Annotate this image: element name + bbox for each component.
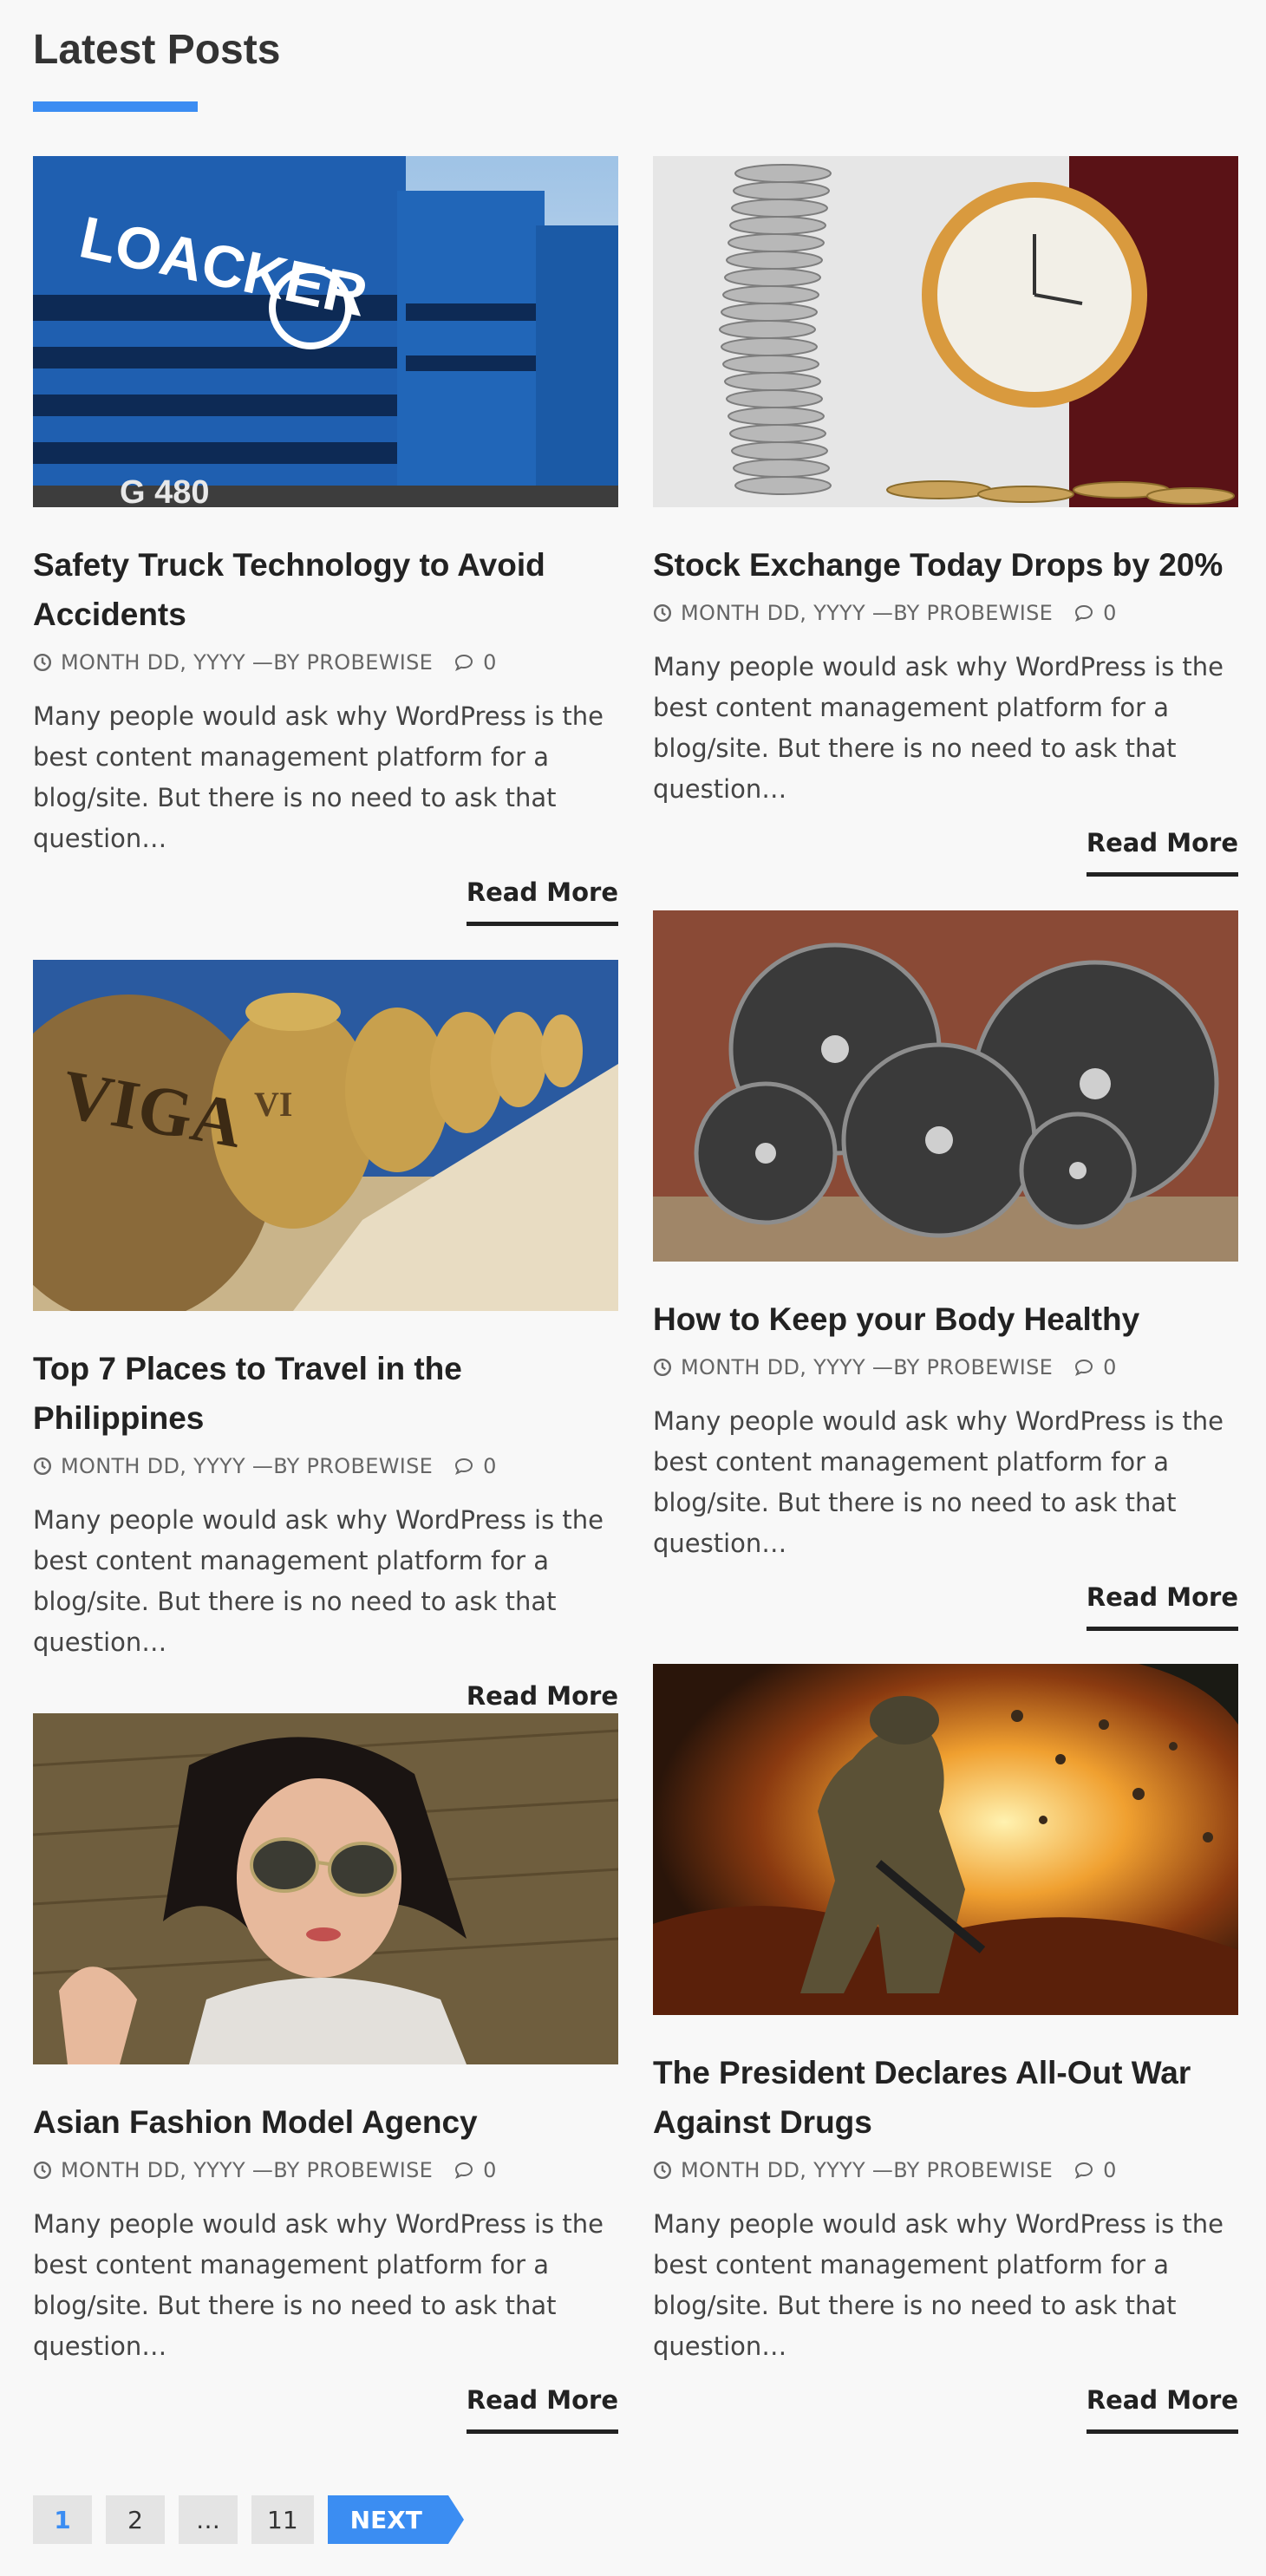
clock-icon [653,603,672,623]
post-excerpt: Many people would ask why WordPress is t… [33,2209,604,2361]
post-author[interactable]: —BY PROBEWISE [252,1451,433,1481]
post-meta: MONTH DD, YYYY —BY PROBEWISE 0 [33,1451,618,1481]
post-card: Stock Exchange Today Drops by 20% MONTH … [653,156,1238,877]
post-meta: MONTH DD, YYYY —BY PROBEWISE 0 [653,2155,1238,2185]
post-card: VIGA VI Top 7 Places to Travel in the Ph… [33,960,618,1730]
read-more-link[interactable]: Read More [466,2383,618,2434]
post-excerpt: Many people would ask why WordPress is t… [653,1406,1224,1558]
read-more-link[interactable]: Read More [1086,2383,1238,2434]
post-author[interactable]: —BY PROBEWISE [872,598,1053,628]
post-date: MONTH DD, YYYY [61,2158,245,2182]
post-author[interactable]: —BY PROBEWISE [252,2155,433,2185]
clock-icon [33,653,52,672]
post-date: MONTH DD, YYYY [681,2158,865,2182]
blue-trucks-photo: LOACKER G 480 [33,156,618,507]
post-title[interactable]: How to Keep your Body Healthy [653,1295,1238,1344]
post-title[interactable]: Safety Truck Technology to Avoid Acciden… [33,540,618,639]
post-date: MONTH DD, YYYY [61,650,245,675]
comment-icon [455,2162,473,2179]
post-thumbnail[interactable] [653,1664,1238,2015]
pagination: 1 2 … 11 NEXT [33,2495,465,2544]
post-meta: MONTH DD, YYYY —BY PROBEWISE 0 [33,2155,618,2185]
post-card: The President Declares All-Out War Again… [653,1664,1238,2434]
read-more-link[interactable]: Read More [1086,825,1238,877]
weight-plates-photo [653,910,1238,1262]
latest-posts-page: Latest Posts LOACKER G 480 Safety Truck … [0,0,1266,2576]
page-button-current[interactable]: 1 [33,2495,92,2544]
post-meta: MONTH DD, YYYY —BY PROBEWISE 0 [653,1353,1238,1382]
post-thumbnail[interactable] [33,1713,618,2064]
page-ellipsis: … [179,2495,238,2544]
post-thumbnail[interactable]: LOACKER G 480 [33,156,618,507]
woman-sunglasses-photo [33,1713,618,2064]
section-title-underline [33,101,198,112]
comment-count[interactable]: 0 [483,2155,497,2185]
section-title: Latest Posts [33,27,281,73]
post-card: Asian Fashion Model Agency MONTH DD, YYY… [33,1713,618,2434]
comment-icon [455,654,473,671]
page-button[interactable]: 2 [106,2495,165,2544]
post-card: How to Keep your Body Healthy MONTH DD, … [653,910,1238,1631]
comment-count[interactable]: 0 [1103,1353,1117,1382]
comment-icon [455,1458,473,1475]
post-author[interactable]: —BY PROBEWISE [872,2155,1053,2185]
coins-and-clock-photo [653,156,1238,507]
comment-icon [1075,2162,1093,2179]
post-title[interactable]: Asian Fashion Model Agency [33,2097,618,2147]
post-title[interactable]: The President Declares All-Out War Again… [653,2048,1238,2147]
post-title[interactable]: Top 7 Places to Travel in the Philippine… [33,1344,618,1443]
post-date: MONTH DD, YYYY [681,601,865,625]
page-button-last[interactable]: 11 [251,2495,314,2544]
comment-count[interactable]: 0 [1103,2155,1117,2185]
post-excerpt: Many people would ask why WordPress is t… [33,1505,604,1657]
comment-count[interactable]: 0 [483,1451,497,1481]
comment-icon [1075,1359,1093,1376]
posts-grid: LOACKER G 480 Safety Truck Technology to… [33,156,1238,2434]
clock-icon [653,1358,672,1377]
post-card: LOACKER G 480 Safety Truck Technology to… [33,156,618,926]
post-date: MONTH DD, YYYY [681,1355,865,1379]
post-meta: MONTH DD, YYYY —BY PROBEWISE 0 [33,648,618,677]
comment-icon [1075,604,1093,622]
comment-count[interactable]: 0 [1103,598,1117,628]
post-author[interactable]: —BY PROBEWISE [252,648,433,677]
clay-jars-photo: VIGA VI [33,960,618,1311]
clock-icon [33,2161,52,2180]
svg-text:VI: VI [254,1085,292,1124]
post-thumbnail[interactable]: VIGA VI [33,960,618,1311]
soldier-explosion-photo [653,1664,1238,2015]
post-author[interactable]: —BY PROBEWISE [872,1353,1053,1382]
post-thumbnail[interactable] [653,156,1238,507]
post-title[interactable]: Stock Exchange Today Drops by 20% [653,540,1238,590]
read-more-link[interactable]: Read More [1086,1580,1238,1631]
svg-text:G 480: G 480 [120,474,210,507]
post-thumbnail[interactable] [653,910,1238,1262]
clock-icon [33,1457,52,1476]
read-more-link[interactable]: Read More [466,875,618,926]
next-page-button[interactable]: NEXT [327,2495,465,2544]
post-date: MONTH DD, YYYY [61,1454,245,1478]
comment-count[interactable]: 0 [483,648,497,677]
post-excerpt: Many people would ask why WordPress is t… [653,652,1224,804]
clock-icon [653,2161,672,2180]
post-meta: MONTH DD, YYYY —BY PROBEWISE 0 [653,598,1238,628]
post-excerpt: Many people would ask why WordPress is t… [653,2209,1224,2361]
post-excerpt: Many people would ask why WordPress is t… [33,701,604,853]
